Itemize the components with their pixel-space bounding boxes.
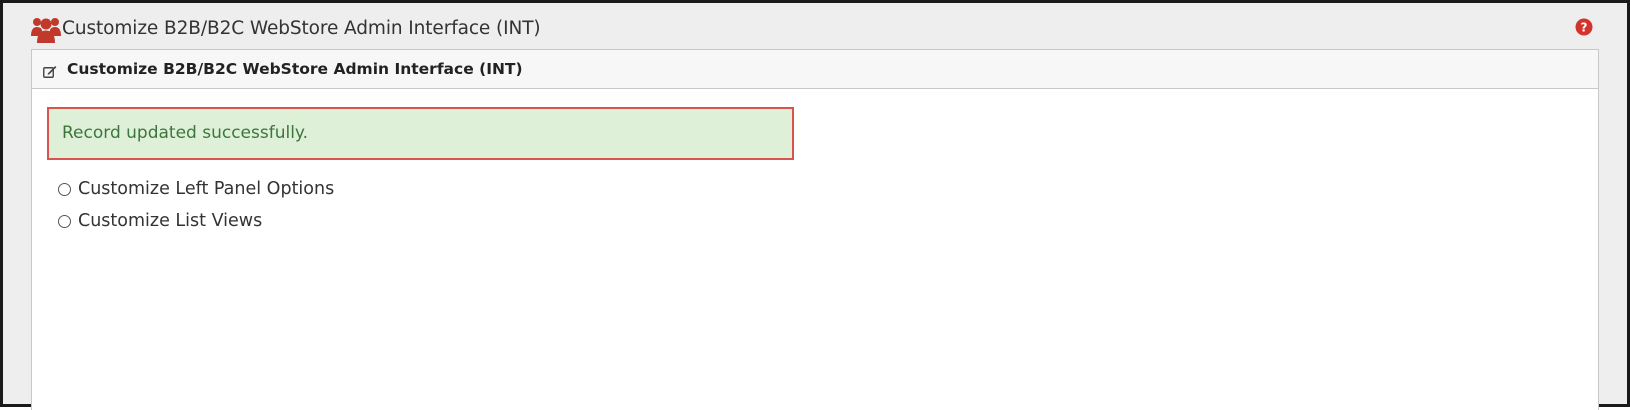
panel-heading: Customize B2B/B2C WebStore Admin Interfa… xyxy=(32,50,1598,89)
option-customize-list-views[interactable]: Customize List Views xyxy=(58,209,262,233)
panel-title: Customize B2B/B2C WebStore Admin Interfa… xyxy=(67,60,523,78)
success-alert: Record updated successfully. xyxy=(47,107,794,160)
option-label: Customize List Views xyxy=(78,211,263,231)
users-icon xyxy=(31,14,61,44)
option-label: Customize Left Panel Options xyxy=(78,179,335,199)
radio-button[interactable] xyxy=(58,214,71,228)
alert-message: Record updated successfully. xyxy=(62,123,308,143)
radio-button[interactable] xyxy=(58,182,71,196)
customize-panel: Customize B2B/B2C WebStore Admin Interfa… xyxy=(31,49,1599,410)
option-customize-left-panel[interactable]: Customize Left Panel Options xyxy=(58,177,334,201)
app-window: Customize B2B/B2C WebStore Admin Interfa… xyxy=(0,0,1630,410)
page-title: Customize B2B/B2C WebStore Admin Interfa… xyxy=(62,18,541,39)
question-circle-icon[interactable]: ? xyxy=(1575,18,1593,36)
svg-text:?: ? xyxy=(1581,21,1588,35)
edit-icon xyxy=(43,63,57,78)
page-header: Customize B2B/B2C WebStore Admin Interfa… xyxy=(3,3,1627,53)
